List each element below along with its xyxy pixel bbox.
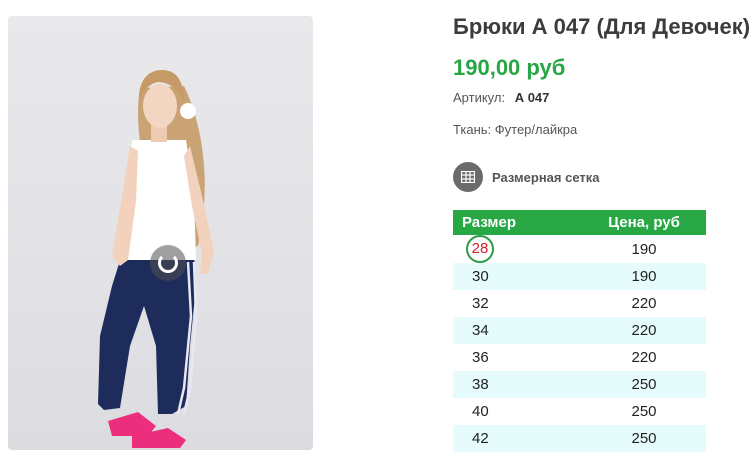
price-cell: 220 [582, 290, 706, 317]
size-price-table: Размер Цена, руб 28 190 30 190 32 220 34… [453, 210, 706, 452]
size-cell[interactable]: 30 [453, 263, 582, 290]
sku-line: Артикул: А 047 [453, 90, 549, 105]
price-cell: 190 [582, 263, 706, 290]
price-cell: 250 [582, 425, 706, 452]
table-row[interactable]: 32 220 [453, 290, 706, 317]
girl-figure-illustration [98, 70, 214, 448]
table-row[interactable]: 28 190 [453, 235, 706, 263]
sku-value: А 047 [514, 90, 550, 105]
table-row[interactable]: 30 190 [453, 263, 706, 290]
product-photo[interactable] [8, 16, 313, 450]
size-cell[interactable]: 34 [453, 317, 582, 344]
price-cell: 250 [582, 398, 706, 425]
size-cell[interactable]: 42 [453, 425, 582, 452]
selected-size-marker[interactable]: 28 [466, 235, 494, 263]
size-cell[interactable]: 36 [453, 344, 582, 371]
header-size: Размер [453, 210, 582, 235]
product-title: Брюки А 047 (Для Девочек) [453, 14, 750, 39]
table-grid-icon [453, 162, 483, 192]
size-cell[interactable]: 40 [453, 398, 582, 425]
size-cell[interactable]: 28 [453, 235, 582, 263]
table-row[interactable]: 40 250 [453, 398, 706, 425]
size-chart-label: Размерная сетка [492, 169, 600, 185]
loading-spinner-icon [150, 245, 186, 281]
price-cell: 190 [582, 235, 706, 263]
table-row[interactable]: 42 250 [453, 425, 706, 452]
fabric-info: Ткань: Футер/лайкра [453, 122, 578, 137]
table-row[interactable]: 34 220 [453, 317, 706, 344]
price-cell: 220 [582, 317, 706, 344]
table-header-row: Размер Цена, руб [453, 210, 706, 235]
header-price: Цена, руб [582, 210, 706, 235]
price-cell: 220 [582, 344, 706, 371]
price-cell: 250 [582, 371, 706, 398]
size-cell[interactable]: 38 [453, 371, 582, 398]
sku-label: Артикул: [453, 90, 506, 105]
table-row[interactable]: 38 250 [453, 371, 706, 398]
size-chart-link[interactable]: Размерная сетка [453, 162, 600, 192]
table-row[interactable]: 36 220 [453, 344, 706, 371]
product-price: 190,00 руб [453, 55, 566, 80]
size-cell[interactable]: 32 [453, 290, 582, 317]
